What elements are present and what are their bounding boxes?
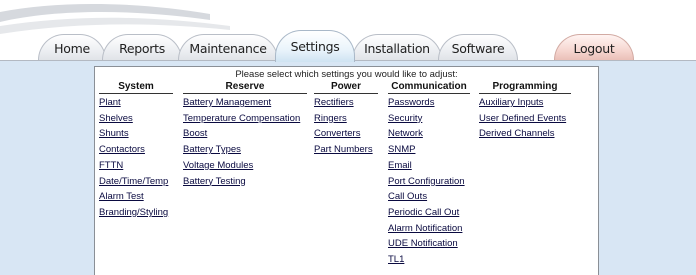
tab-label: Settings	[290, 39, 340, 54]
tab-reports[interactable]: Reports	[102, 34, 182, 61]
settings-link-derived-channels[interactable]: Derived Channels	[479, 126, 571, 142]
tab-settings[interactable]: Settings	[275, 30, 355, 62]
settings-link-tl1[interactable]: TL1	[388, 252, 470, 268]
settings-link-rectifiers[interactable]: Rectifiers	[314, 95, 378, 111]
settings-link-date-time-temp[interactable]: Date/Time/Temp	[99, 174, 173, 190]
tab-label: Maintenance	[189, 40, 267, 56]
settings-link-call-outs[interactable]: Call Outs	[388, 189, 470, 205]
settings-link-network[interactable]: Network	[388, 126, 470, 142]
settings-link-branding-styling[interactable]: Branding/Styling	[99, 205, 173, 221]
settings-link-battery-types[interactable]: Battery Types	[183, 142, 307, 158]
column-system: System Plant Shelves Shunts Contactors F…	[99, 80, 173, 221]
tab-home[interactable]: Home	[38, 34, 106, 61]
column-reserve: Reserve Battery Management Temperature C…	[183, 80, 307, 189]
settings-link-port-configuration[interactable]: Port Configuration	[388, 174, 470, 190]
content-area: Please select which settings you would l…	[0, 61, 696, 275]
settings-link-voltage-modules[interactable]: Voltage Modules	[183, 158, 307, 174]
settings-link-converters[interactable]: Converters	[314, 126, 378, 142]
column-heading: Communication	[388, 80, 470, 94]
settings-link-ude-notification[interactable]: UDE Notification	[388, 236, 470, 252]
settings-link-plant[interactable]: Plant	[99, 95, 173, 111]
column-heading: Programming	[479, 80, 571, 94]
settings-link-contactors[interactable]: Contactors	[99, 142, 173, 158]
settings-link-security[interactable]: Security	[388, 111, 470, 127]
tab-maintenance[interactable]: Maintenance	[178, 34, 278, 61]
settings-panel: Please select which settings you would l…	[94, 66, 599, 275]
tab-software[interactable]: Software	[438, 34, 518, 61]
column-heading: System	[99, 80, 173, 94]
settings-link-snmp[interactable]: SNMP	[388, 142, 470, 158]
tab-label: Logout	[573, 40, 615, 56]
settings-link-shelves[interactable]: Shelves	[99, 111, 173, 127]
column-programming: Programming Auxiliary Inputs User Define…	[479, 80, 571, 142]
settings-link-user-defined-events[interactable]: User Defined Events	[479, 111, 571, 127]
settings-link-battery-management[interactable]: Battery Management	[183, 95, 307, 111]
settings-link-email[interactable]: Email	[388, 158, 470, 174]
settings-link-periodic-call-out[interactable]: Periodic Call Out	[388, 205, 470, 221]
settings-link-battery-testing[interactable]: Battery Testing	[183, 174, 307, 190]
column-communication: Communication Passwords Security Network…	[388, 80, 470, 268]
settings-link-shunts[interactable]: Shunts	[99, 126, 173, 142]
settings-link-alarm-test[interactable]: Alarm Test	[99, 189, 173, 205]
settings-link-passwords[interactable]: Passwords	[388, 95, 470, 111]
settings-link-fttn[interactable]: FTTN	[99, 158, 173, 174]
settings-link-boost[interactable]: Boost	[183, 126, 307, 142]
column-heading: Reserve	[183, 80, 307, 94]
settings-prompt: Please select which settings you would l…	[235, 69, 458, 80]
main-tab-bar: Home Reports Maintenance Settings Instal…	[0, 28, 696, 62]
settings-link-temperature-compensation[interactable]: Temperature Compensation	[183, 111, 307, 127]
settings-link-alarm-notification[interactable]: Alarm Notification	[388, 221, 470, 237]
column-power: Power Rectifiers Ringers Converters Part…	[314, 80, 378, 158]
tab-installation[interactable]: Installation	[352, 34, 442, 61]
tab-label: Reports	[119, 40, 165, 56]
tab-label: Software	[451, 40, 505, 56]
settings-link-part-numbers[interactable]: Part Numbers	[314, 142, 378, 158]
tab-label: Installation	[364, 40, 430, 56]
tab-logout[interactable]: Logout	[554, 34, 634, 61]
settings-link-auxiliary-inputs[interactable]: Auxiliary Inputs	[479, 95, 571, 111]
column-heading: Power	[314, 80, 378, 94]
tab-label: Home	[54, 40, 90, 56]
settings-link-ringers[interactable]: Ringers	[314, 111, 378, 127]
